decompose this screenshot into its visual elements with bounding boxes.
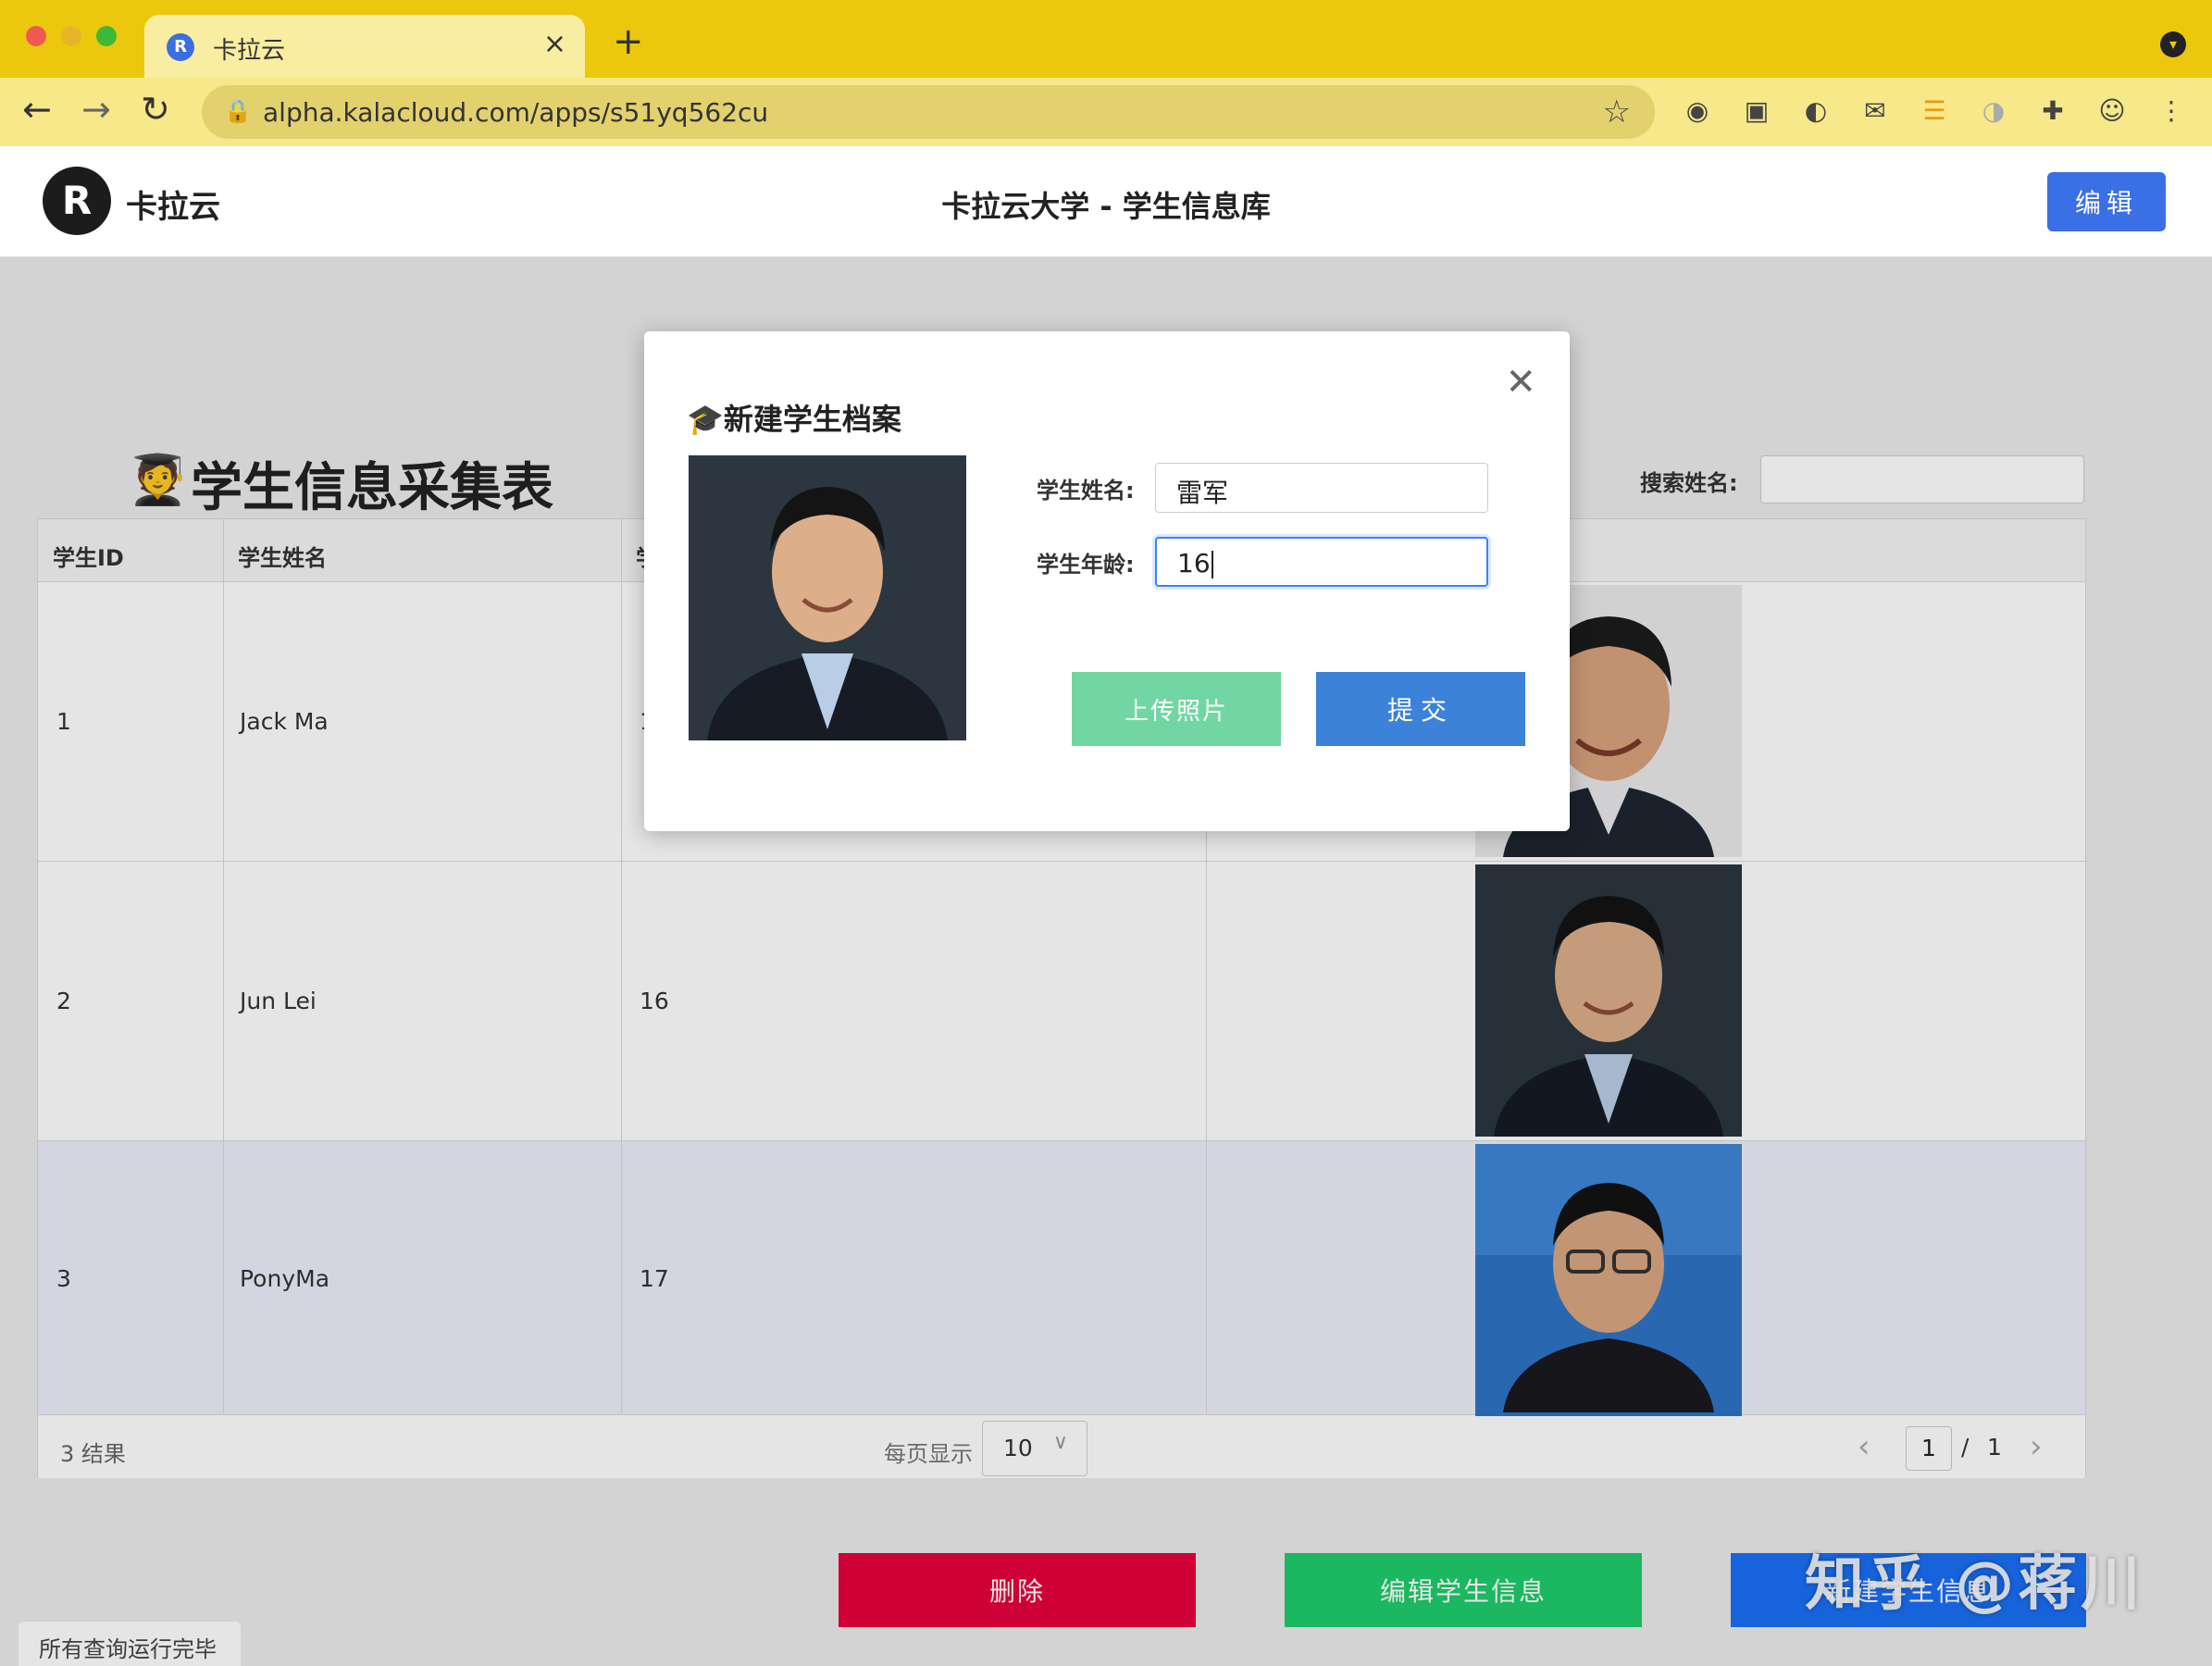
extension-icon[interactable]: ☰ [1918, 94, 1951, 128]
reload-icon[interactable]: ↻ [141, 89, 170, 130]
student-name-value: 雷军 [1176, 478, 1229, 508]
mail-icon[interactable]: ✉ [1858, 94, 1892, 128]
graduation-cap-icon: 🎓 [687, 402, 724, 437]
extension-icon[interactable]: ◑ [1977, 94, 2010, 128]
zoom-window-button[interactable] [96, 26, 117, 46]
text-caret [1211, 551, 1213, 578]
edit-app-button[interactable]: 编辑 [2047, 172, 2166, 231]
page-title: 卡拉云大学 - 学生信息库 [941, 189, 1271, 224]
puzzle-icon[interactable]: ✚ [2036, 94, 2069, 128]
back-icon[interactable]: ← [22, 89, 52, 130]
forward-icon[interactable]: → [81, 89, 111, 130]
minimize-window-button[interactable] [61, 26, 81, 46]
extension-icon[interactable]: ◉ [1681, 94, 1714, 128]
name-label: 学生姓名: [1037, 478, 1135, 504]
new-tab-button[interactable]: + [613, 20, 644, 63]
lock-icon[interactable]: 🔒 [224, 98, 252, 124]
modal-title-text: 新建学生档案 [723, 402, 901, 437]
age-label: 学生年龄: [1037, 552, 1135, 578]
submit-button[interactable]: 提交 [1316, 672, 1525, 746]
upload-photo-button[interactable]: 上传照片 [1072, 672, 1281, 746]
star-icon[interactable]: ☆ [1603, 93, 1631, 131]
browser-tab-strip: R 卡拉云 × + ▾ [0, 0, 2212, 78]
address-bar[interactable]: 🔒 alpha.kalacloud.com/apps/s51yq562cu ☆ [202, 85, 1655, 139]
kalacloud-favicon-icon: R [167, 33, 194, 61]
tab-title: 卡拉云 [213, 37, 286, 65]
close-icon[interactable]: ✕ [1505, 361, 1536, 404]
app-header: R 卡拉云 卡拉云大学 - 学生信息库 编辑 [0, 146, 2212, 257]
extension-icon[interactable]: ▣ [1740, 94, 1773, 128]
student-age-input[interactable]: 16 [1155, 537, 1488, 587]
student-age-value: 16 [1177, 548, 1211, 578]
uploaded-photo-preview [689, 455, 966, 740]
close-window-button[interactable] [26, 26, 46, 46]
new-student-modal: ✕ 🎓新建学生档案 学生姓名: 雷军 学生年龄: 16 上传照片 提交 [644, 331, 1570, 831]
student-name-input[interactable]: 雷军 [1155, 463, 1488, 513]
url-text[interactable]: alpha.kalacloud.com/apps/s51yq562cu [263, 97, 768, 128]
browser-tab[interactable]: R 卡拉云 × [144, 15, 585, 78]
extension-icon[interactable]: ◐ [1799, 94, 1833, 128]
tab-close-icon[interactable]: × [543, 28, 566, 60]
rabbit-icon[interactable]: ☺ [2095, 94, 2129, 128]
profile-icon[interactable]: ▾ [2160, 31, 2186, 57]
modal-title: 🎓新建学生档案 [687, 396, 901, 439]
menu-icon[interactable]: ⋮ [2155, 94, 2188, 128]
